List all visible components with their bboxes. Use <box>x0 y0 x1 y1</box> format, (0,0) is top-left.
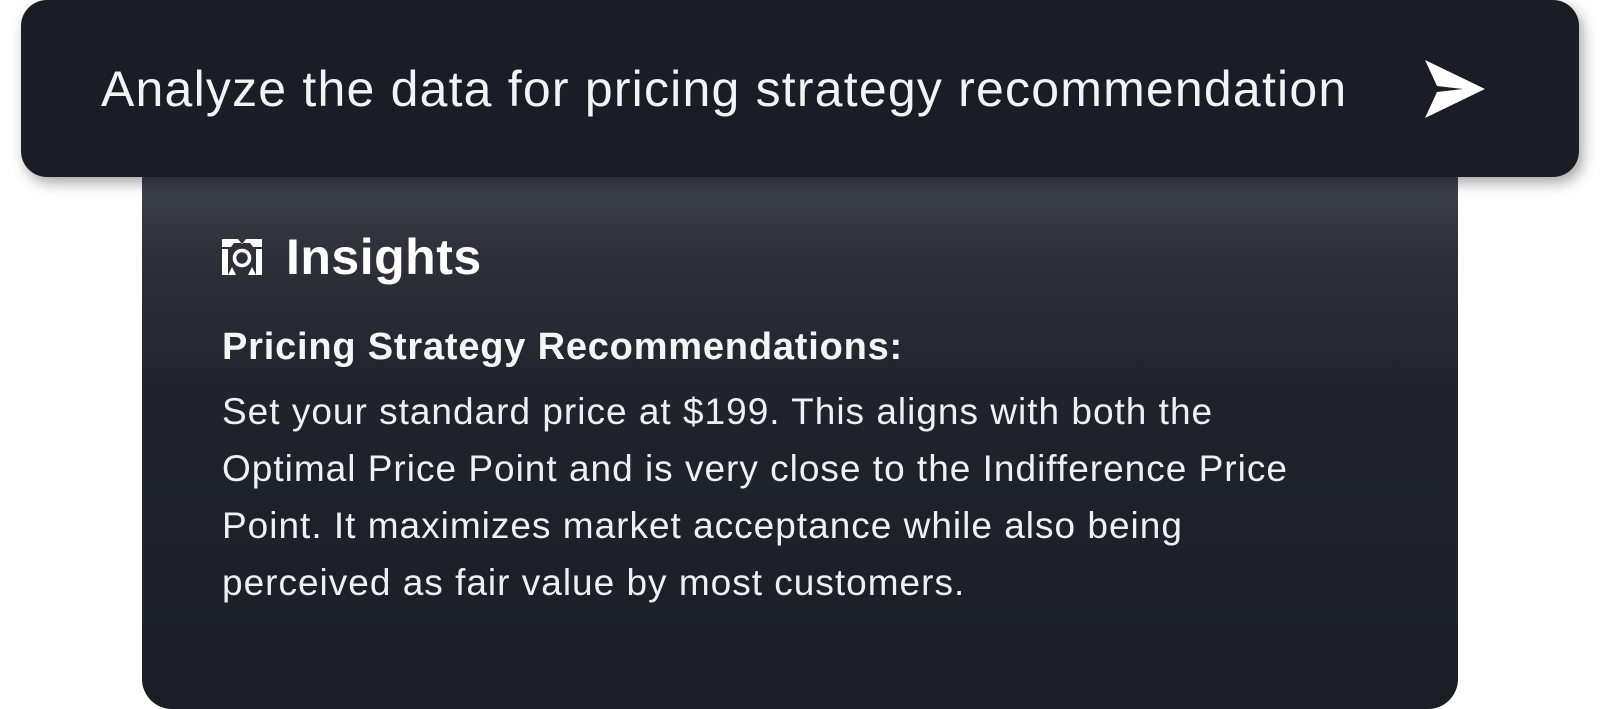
stage: Insights Pricing Strategy Recommendation… <box>0 0 1600 709</box>
insights-card: Insights Pricing Strategy Recommendation… <box>142 150 1458 709</box>
insights-header: Insights <box>222 228 482 286</box>
prompt-bar[interactable]: Analyze the data for pricing strategy re… <box>21 0 1579 177</box>
recommendation-body: Set your standard price at $199. This al… <box>222 391 1288 603</box>
prompt-text[interactable]: Analyze the data for pricing strategy re… <box>101 60 1347 118</box>
recommendation-heading: Pricing Strategy Recommendations: <box>222 326 903 368</box>
insights-logo-icon <box>222 239 262 275</box>
insights-title: Insights <box>286 229 482 285</box>
send-arrow-icon[interactable] <box>1419 56 1489 122</box>
